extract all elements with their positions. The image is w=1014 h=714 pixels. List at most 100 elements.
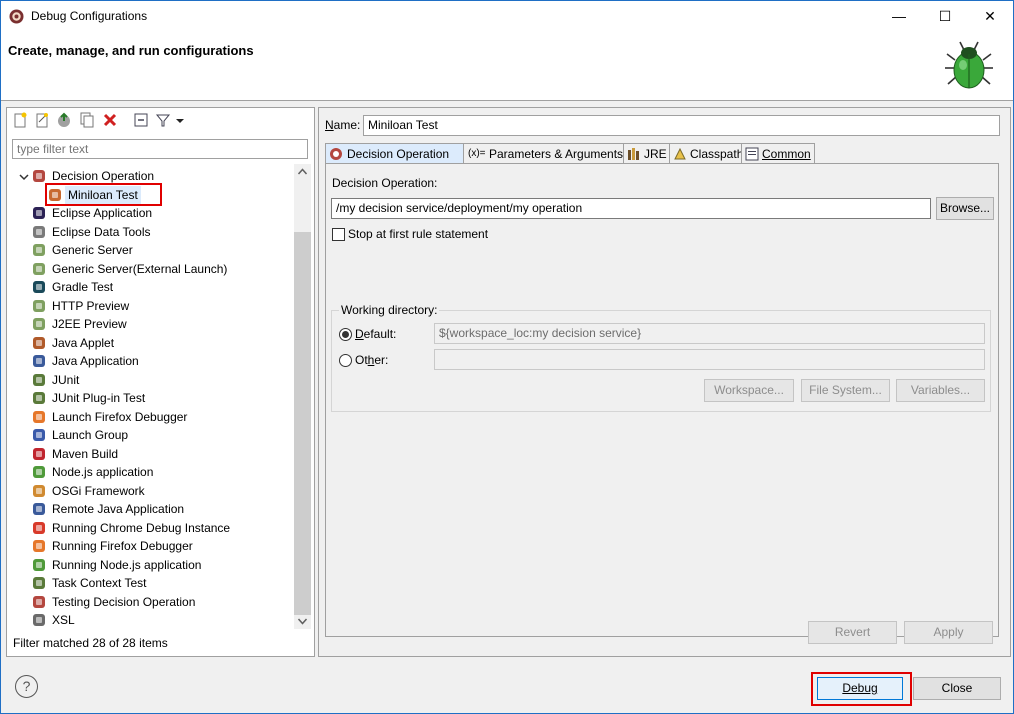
tree-item[interactable]: Running Chrome Debug Instance	[7, 519, 293, 537]
other-label: Other:	[355, 353, 389, 367]
tree-item[interactable]: Launch Firefox Debugger	[7, 408, 293, 426]
nodejs-icon	[33, 558, 45, 571]
tab-jre[interactable]: JRE	[623, 143, 674, 164]
export-configuration-icon[interactable]	[56, 112, 72, 128]
nodejs-icon	[33, 466, 45, 478]
window-title: Debug Configurations	[31, 9, 148, 23]
other-radio[interactable]	[339, 354, 352, 367]
tab-parameters-arguments[interactable]: (x)= Parameters & Arguments	[463, 143, 628, 164]
scroll-down-icon[interactable]	[298, 618, 307, 625]
tree-item[interactable]: Java Application	[7, 352, 293, 370]
osgi-icon	[33, 484, 45, 497]
tab-label: Classpath	[690, 147, 744, 161]
tree-item[interactable]: Task Context Test	[7, 574, 293, 592]
working-directory-label: Working directory:	[339, 303, 440, 317]
tree-item[interactable]: Node.js application	[7, 463, 293, 481]
new-prototype-icon[interactable]	[34, 112, 50, 128]
tree-item[interactable]: Eclipse Application	[7, 204, 293, 222]
scrollbar-thumb[interactable]	[294, 232, 311, 615]
working-directory-group: Working directory: Default: ${workspace_…	[331, 303, 991, 412]
xsl-icon	[33, 614, 45, 626]
tree-item[interactable]: J2EE Preview	[7, 315, 293, 333]
tree-scrollbar[interactable]	[294, 164, 311, 629]
tree-item-label: Eclipse Data Tools	[52, 224, 151, 239]
tree-item-label: HTTP Preview	[52, 298, 130, 313]
tab-label: JRE	[644, 147, 667, 161]
junit-plugin-icon	[33, 392, 45, 404]
server-icon	[33, 244, 45, 256]
tab-content: Decision Operation: /my decision service…	[325, 163, 999, 637]
tree-item-label: Running Chrome Debug Instance	[52, 520, 231, 535]
tree-item[interactable]: OSGi Framework	[7, 482, 293, 500]
tree-item[interactable]: Testing Decision Operation	[7, 593, 293, 611]
tree-item[interactable]: Launch Group	[7, 426, 293, 444]
tree-item[interactable]: Gradle Test	[7, 278, 293, 296]
tree-item[interactable]: Eclipse Data Tools	[7, 223, 293, 241]
common-tab-icon	[745, 147, 759, 161]
tab-label-text: Common	[762, 147, 811, 161]
file-system-button: File System...	[801, 379, 890, 402]
name-input[interactable]: Miniloan Test	[363, 115, 1000, 136]
help-icon[interactable]: ?	[15, 675, 38, 698]
default-label: Default:	[355, 327, 397, 341]
browse-button[interactable]: Browse...	[936, 197, 994, 220]
tree-item[interactable]: JUnit	[7, 371, 293, 389]
header-banner: Create, manage, and run configurations	[1, 32, 1013, 101]
stop-first-rule-label: Stop at first rule statement	[348, 227, 489, 241]
maximize-button[interactable]: ☐	[922, 1, 968, 32]
title-bar: Debug Configurations — ☐ ✕	[1, 1, 1013, 32]
maven-icon	[33, 447, 45, 460]
stop-first-rule-checkbox[interactable]	[332, 228, 345, 241]
other-directory-input	[434, 349, 985, 370]
junit-icon	[33, 373, 45, 386]
collapse-all-icon[interactable]	[133, 112, 149, 128]
tree-item[interactable]: Java Applet	[7, 334, 293, 352]
tree-item-label: Remote Java Application	[52, 502, 185, 516]
tree-item-label: Maven Build	[52, 446, 119, 461]
filter-input[interactable]	[12, 139, 308, 159]
variable-icon: (x)=	[468, 148, 486, 159]
tree-item[interactable]: HTTP Preview	[7, 297, 293, 315]
default-radio[interactable]	[339, 328, 352, 341]
tree-item-label: JUnit Plug-in Test	[52, 391, 146, 405]
scroll-up-icon[interactable]	[298, 168, 307, 175]
tree-item[interactable]: Running Firefox Debugger	[7, 537, 293, 555]
filter-menu-dropdown-icon[interactable]	[175, 112, 185, 128]
testing-decision-icon	[33, 595, 45, 608]
tree-item-label: OSGi Framework	[52, 483, 145, 498]
tree-item[interactable]: JUnit Plug-in Test	[7, 389, 293, 407]
miniloan-test-highlight	[45, 183, 162, 206]
variables-button: Variables...	[896, 379, 985, 402]
filter-icon[interactable]	[155, 112, 171, 128]
tab-label: Decision Operation	[347, 147, 450, 161]
tree-item-label: Testing Decision Operation	[52, 594, 196, 609]
configuration-tree: Decision Operation Miniloan Test Eclipse A…	[7, 164, 293, 629]
chevron-down-icon[interactable]	[19, 172, 29, 182]
configuration-editor-pane: Name: Miniloan Test Decision Operation (…	[318, 107, 1011, 657]
tab-label: Parameters & Arguments	[489, 147, 624, 161]
firefox-icon	[33, 410, 45, 423]
tab-classpath[interactable]: Classpath	[669, 143, 746, 164]
tree-item[interactable]: Running Node.js application	[7, 556, 293, 574]
duplicate-configuration-icon[interactable]	[79, 112, 95, 128]
launch-group-icon	[33, 429, 45, 441]
tree-item[interactable]: Generic Server(External Launch)	[7, 260, 293, 278]
tree-item-label: Java Applet	[52, 335, 115, 350]
tree-item-label: JUnit	[52, 372, 80, 387]
tree-item[interactable]: XSL	[7, 611, 293, 629]
tab-common[interactable]: Common	[741, 143, 815, 164]
database-icon	[33, 225, 45, 238]
delete-configuration-icon[interactable]	[102, 112, 118, 128]
tab-decision-operation[interactable]: Decision Operation	[325, 143, 467, 164]
workspace-button: Workspace...	[704, 379, 794, 402]
tree-item[interactable]: Maven Build	[7, 445, 293, 463]
new-configuration-icon[interactable]	[12, 112, 28, 128]
close-button[interactable]: Close	[913, 677, 1001, 700]
close-window-button[interactable]: ✕	[967, 1, 1013, 32]
minimize-button[interactable]: —	[876, 1, 922, 32]
tree-item[interactable]: Remote Java Application	[7, 500, 293, 518]
decision-operation-input[interactable]: /my decision service/deployment/my opera…	[331, 198, 931, 219]
chrome-icon	[33, 521, 45, 534]
classpath-icon	[674, 147, 686, 160]
tree-item[interactable]: Generic Server	[7, 241, 293, 259]
